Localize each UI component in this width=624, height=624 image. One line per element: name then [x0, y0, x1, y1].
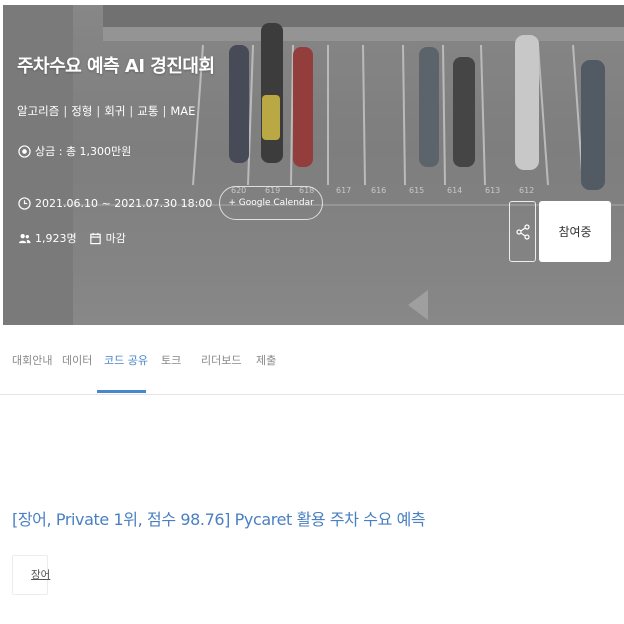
- prize-text: 상금 : 총 1,300만원: [35, 145, 132, 158]
- tag-separator: |: [96, 104, 101, 118]
- tag-separator: |: [63, 104, 68, 118]
- tag[interactable]: 정형: [71, 103, 92, 119]
- status-text: 마감: [105, 232, 126, 245]
- competition-tabs: 대회안내 데이터 코드 공유 토크 리더보드 제출: [0, 340, 624, 395]
- tag[interactable]: MAE: [170, 104, 195, 118]
- meta-row: 1,923명 마감: [18, 230, 138, 246]
- competition-tags: 알고리즘 | 정형 | 회귀 | 교통 | MAE: [17, 103, 195, 119]
- tab-talk[interactable]: 토크: [161, 352, 181, 392]
- medal-icon: [18, 144, 31, 158]
- tab-data[interactable]: 데이터: [62, 352, 92, 392]
- participants: 1,923명: [18, 230, 77, 246]
- participants-count: 1,923명: [35, 232, 77, 245]
- active-tab-indicator: [97, 390, 146, 393]
- tag[interactable]: 교통: [137, 103, 158, 119]
- join-button[interactable]: 참여중: [539, 201, 611, 262]
- post-author[interactable]: 장어: [31, 567, 50, 582]
- tab-submit[interactable]: 제출: [256, 352, 276, 392]
- prize-row: 상금 : 총 1,300만원: [18, 143, 131, 159]
- competition-banner: 620 619 618 617 616 615 614 613 612 주차수요 예측 AI 경…: [3, 5, 624, 325]
- competition-title: 주차수요 예측 AI 경진대회: [17, 56, 215, 77]
- status: 마감: [89, 230, 126, 246]
- tab-code-share[interactable]: 코드 공유: [104, 352, 148, 392]
- tag-separator: |: [129, 104, 134, 118]
- tab-leaderboard[interactable]: 리더보드: [201, 352, 241, 392]
- tab-overview[interactable]: 대회안내: [12, 352, 52, 392]
- tag-separator: |: [162, 104, 167, 118]
- calendar-icon: [89, 232, 101, 244]
- share-icon: [515, 223, 530, 240]
- tag[interactable]: 알고리즘: [17, 103, 59, 119]
- tag[interactable]: 회귀: [104, 103, 125, 119]
- post-title[interactable]: [장어, Private 1위, 점수 98.76] Pycaret 활용 주차…: [12, 506, 426, 530]
- share-button[interactable]: [509, 201, 536, 262]
- google-calendar-button[interactable]: + Google Calendar: [219, 186, 323, 220]
- users-icon: [18, 233, 31, 243]
- period-row: 2021.06.10 ~ 2021.07.30 18:00 + Google C…: [18, 186, 323, 220]
- clock-icon: [18, 196, 31, 210]
- period-text: 2021.06.10 ~ 2021.07.30 18:00: [35, 196, 213, 210]
